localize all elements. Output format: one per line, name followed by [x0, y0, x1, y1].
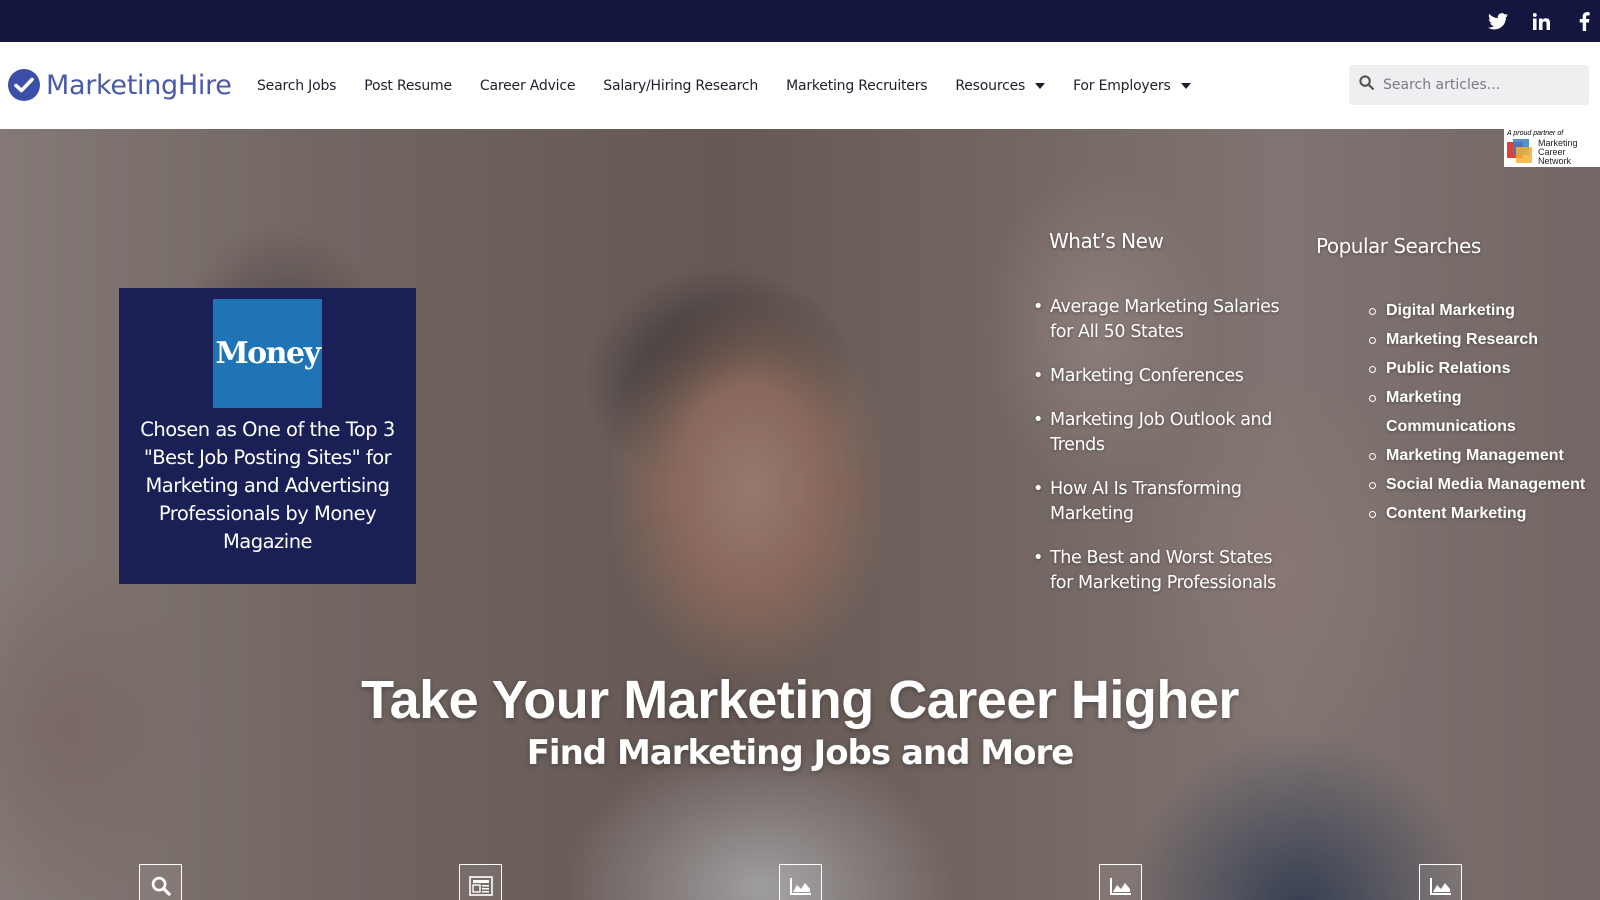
caret-down-icon [1180, 82, 1191, 89]
money-card-text: Chosen as One of the Top 3 "Best Job Pos… [140, 418, 395, 553]
hero-title: Take Your Marketing Career Higher [361, 670, 1239, 730]
twitter-icon[interactable] [1484, 0, 1512, 42]
popular-search-item[interactable]: Public Relations [1369, 354, 1586, 383]
popular-search-item[interactable]: Marketing Communications [1369, 383, 1586, 441]
nav-career-advice[interactable]: Career Advice [480, 78, 576, 94]
partner-top-text: A proud partner of [1507, 130, 1564, 137]
caret-down-icon [1035, 82, 1046, 89]
hero-subtitle: Find Marketing Jobs and More [526, 733, 1075, 773]
partner-text: Marketing Career Network [1538, 139, 1578, 166]
document-icon[interactable] [459, 864, 502, 900]
popular-searches-list: Digital Marketing Marketing Research Pub… [1369, 296, 1586, 528]
main-nav: Search Jobs Post Resume Career Advice Sa… [257, 42, 1219, 129]
whats-new-item[interactable]: The Best and Worst States for Marketing … [1033, 546, 1290, 596]
search-icon [1359, 75, 1374, 95]
popular-search-item[interactable]: Digital Marketing [1369, 296, 1586, 325]
logo-text: MarketingHire [46, 69, 232, 101]
area-chart-icon[interactable] [1099, 864, 1142, 900]
popular-search-item[interactable]: Marketing Research [1369, 325, 1586, 354]
hero-section: A proud partner of Marketing Career Netw… [0, 129, 1600, 900]
nav-resources-label: Resources [955, 77, 1026, 94]
money-logo-text: Money [215, 336, 321, 371]
whats-new-list: Average Marketing Salaries for All 50 St… [1033, 295, 1290, 615]
area-chart-icon[interactable] [779, 864, 822, 900]
partner-logo-icon [1507, 139, 1535, 165]
partner-line: Network [1538, 156, 1572, 166]
linkedin-icon[interactable] [1527, 0, 1555, 42]
partner-badge[interactable]: A proud partner of Marketing Career Netw… [1504, 129, 1600, 167]
search-box [1349, 65, 1589, 105]
search-input[interactable] [1383, 77, 1583, 93]
whats-new-heading: What’s New [1049, 229, 1164, 253]
nav-search-jobs[interactable]: Search Jobs [257, 78, 336, 94]
nav-for-employers[interactable]: For Employers [1073, 78, 1191, 94]
whats-new-item[interactable]: How AI Is Transforming Marketing [1033, 477, 1290, 527]
checkmark-logo-icon [8, 69, 40, 101]
popular-searches-heading: Popular Searches [1316, 234, 1481, 258]
whats-new-item[interactable]: Marketing Job Outlook and Trends [1033, 408, 1290, 458]
nav-salary-hiring-research[interactable]: Salary/Hiring Research [603, 78, 758, 94]
whats-new-item[interactable]: Average Marketing Salaries for All 50 St… [1033, 295, 1290, 345]
nav-post-resume[interactable]: Post Resume [364, 78, 452, 94]
site-logo[interactable]: MarketingHire [8, 66, 232, 104]
whats-new-item[interactable]: Marketing Conferences [1033, 364, 1290, 389]
popular-search-item[interactable]: Social Media Management [1369, 470, 1586, 499]
search-icon[interactable] [139, 864, 182, 900]
money-magazine-card: Money Chosen as One of the Top 3 "Best J… [119, 288, 416, 584]
nav-for-employers-label: For Employers [1073, 77, 1171, 94]
popular-search-item[interactable]: Marketing Management [1369, 441, 1586, 470]
social-top-bar [0, 0, 1600, 42]
nav-marketing-recruiters[interactable]: Marketing Recruiters [786, 78, 928, 94]
area-chart-icon[interactable] [1419, 864, 1462, 900]
nav-resources[interactable]: Resources [955, 77, 1046, 94]
popular-search-item[interactable]: Content Marketing [1369, 499, 1586, 528]
money-magazine-logo: Money [213, 299, 322, 408]
site-header: MarketingHire Search Jobs Post Resume Ca… [0, 42, 1600, 129]
facebook-icon[interactable] [1570, 0, 1598, 42]
